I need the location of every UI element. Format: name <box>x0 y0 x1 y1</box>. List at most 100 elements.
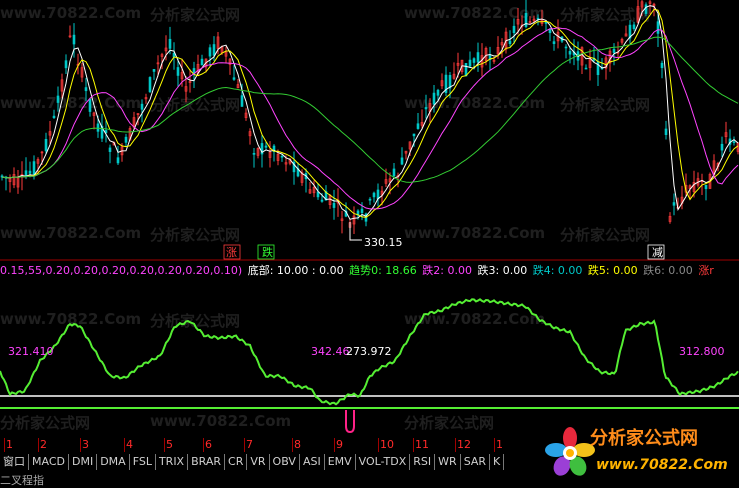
period-number: 9 <box>336 438 343 451</box>
candle-body <box>84 87 88 92</box>
candle-body <box>660 62 664 69</box>
logo-title: 分析家公式网 <box>590 428 698 449</box>
candle-body <box>508 40 512 45</box>
candle-body <box>368 198 372 201</box>
candle-body <box>720 143 724 151</box>
tab-k[interactable]: K <box>490 454 505 470</box>
indicator-params: 0.15,55,0.20,0.20,0.20,0.20,0.20,0.20,0.… <box>0 262 716 277</box>
candle-body <box>44 138 48 152</box>
indicator-value-left: 321.410 <box>8 345 54 358</box>
candle-body <box>332 202 336 208</box>
tab-cr[interactable]: CR <box>225 454 248 470</box>
candle-body <box>400 157 404 165</box>
signal-reduce: 减 <box>652 246 663 259</box>
candle-body <box>148 77 152 93</box>
candle-body <box>664 128 668 135</box>
candle-body <box>232 77 236 80</box>
tab--[interactable]: 窗口 <box>0 454 29 470</box>
period-number: 4 <box>126 438 133 451</box>
period-divider <box>38 438 39 452</box>
candle-body <box>200 58 204 66</box>
tab-trix[interactable]: TRIX <box>156 454 189 470</box>
period-divider <box>124 438 125 452</box>
candle-body <box>320 199 324 202</box>
tab-brar[interactable]: BRAR <box>188 454 226 470</box>
candle-body <box>644 4 648 14</box>
candle-body <box>240 95 244 107</box>
period-number: 2 <box>40 438 47 451</box>
tab-wr[interactable]: WR <box>435 454 461 470</box>
candle-body <box>424 107 428 110</box>
candle-body <box>372 192 376 198</box>
candle-body <box>116 157 120 164</box>
indicator-tab-bar[interactable]: 窗口 MACD DMI DMA FSL TRIX BRAR CR VR OBV ASI EMV VOL-… <box>0 454 505 470</box>
period-divider <box>413 438 414 452</box>
period-divider <box>334 438 335 452</box>
candle-body <box>168 38 172 49</box>
candle-body <box>360 208 364 213</box>
bottom-signal-marker <box>345 410 355 434</box>
candle-body <box>28 170 32 174</box>
candle-body <box>436 89 440 96</box>
tab-vr[interactable]: VR <box>247 454 270 470</box>
period-divider <box>164 438 165 452</box>
candle-body <box>72 34 76 45</box>
candle-body <box>512 25 516 33</box>
bottom-caption: 二叉程指 <box>0 474 44 487</box>
candle-body <box>152 69 156 72</box>
candle-body <box>524 12 528 27</box>
period-divider <box>494 438 495 452</box>
tab-emv[interactable]: EMV <box>325 454 356 470</box>
period-divider <box>4 438 5 452</box>
candle-body <box>552 41 556 44</box>
candle-body <box>280 155 284 158</box>
period-number: 1 <box>6 438 13 451</box>
ma60-line <box>1 36 739 183</box>
candle-body <box>64 60 68 69</box>
tab-fsl[interactable]: FSL <box>130 454 156 470</box>
candle-body <box>476 52 480 63</box>
candle-body <box>612 48 616 53</box>
period-divider <box>292 438 293 452</box>
tab-rsi[interactable]: RSI <box>410 454 436 470</box>
signal-up: 涨 <box>226 246 237 259</box>
period-number: 6 <box>205 438 212 451</box>
candle-body <box>568 51 572 55</box>
candle-body <box>412 133 416 137</box>
candle-body <box>732 141 736 143</box>
tab-dma[interactable]: DMA <box>97 454 130 470</box>
tab-dmi[interactable]: DMI <box>69 454 98 470</box>
candle-body <box>264 145 268 148</box>
tab-vol-tdx[interactable]: VOL-TDX <box>356 454 411 470</box>
period-divider <box>80 438 81 452</box>
candle-body <box>212 44 216 56</box>
indicator-value-right: 312.800 <box>679 345 725 358</box>
pane-divider <box>0 259 739 261</box>
candle-body <box>52 115 56 118</box>
candle-body <box>536 17 540 20</box>
period-number: 5 <box>166 438 173 451</box>
period-number: 10 <box>380 438 394 451</box>
indicator-value-mid2: 273.972 <box>346 345 392 358</box>
candle-body <box>392 168 396 177</box>
candle-body <box>468 59 472 67</box>
period-divider <box>203 438 204 452</box>
candle-body <box>704 184 708 190</box>
logo-url: www.70822.Com <box>596 457 728 473</box>
period-number: 3 <box>82 438 89 451</box>
ma20-line <box>1 27 739 210</box>
ma5-line <box>1 5 739 220</box>
candle-body <box>124 136 128 143</box>
tab-sar[interactable]: SAR <box>461 454 491 470</box>
candle-body <box>464 63 468 77</box>
candle-body <box>672 202 676 206</box>
tab-asi[interactable]: ASI <box>300 454 325 470</box>
candle-body <box>56 95 60 103</box>
tab-obv[interactable]: OBV <box>270 454 300 470</box>
price-chart[interactable] <box>0 0 739 260</box>
candle-body <box>140 103 144 110</box>
site-logo: 分析家公式网 www.70822.Com <box>542 424 738 484</box>
candle-body <box>252 152 256 155</box>
chart-window: www.70822.Com 分析家公式网 www.70822.Com 分析家公式网 ww… <box>0 0 739 488</box>
tab-macd[interactable]: MACD <box>29 454 69 470</box>
